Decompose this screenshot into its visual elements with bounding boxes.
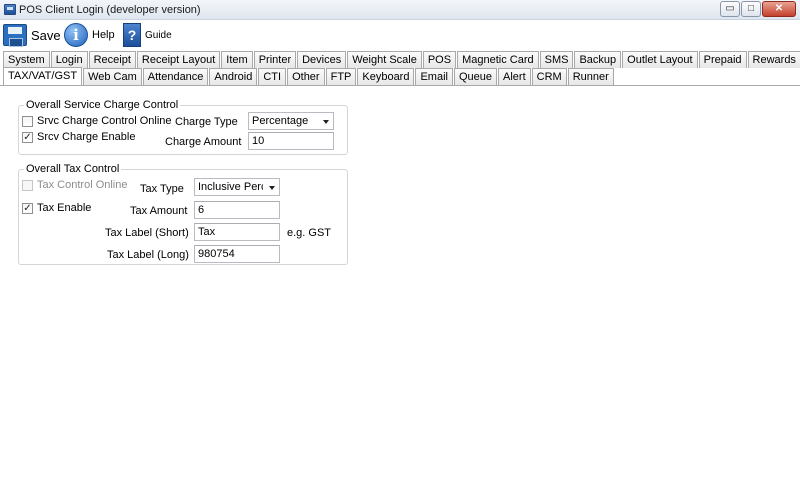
service-charge-group-title: Overall Service Charge Control — [24, 99, 181, 111]
tab-item[interactable]: Item — [221, 51, 253, 68]
tab-system[interactable]: System — [3, 51, 50, 68]
tax-enable-label: Tax Enable — [37, 202, 92, 214]
close-button[interactable]: ✕ — [762, 1, 796, 17]
question-mark-icon: ? — [123, 23, 141, 47]
tax-enable-box[interactable]: ✓ — [22, 202, 33, 214]
tab-login[interactable]: Login — [50, 51, 88, 68]
tab-alert[interactable]: Alert — [498, 68, 531, 85]
tab-attendance[interactable]: Attendance — [142, 68, 209, 85]
tab-weight-scale[interactable]: Weight Scale — [347, 51, 422, 68]
charge-type-label: Charge Type — [175, 116, 238, 128]
tab-backup[interactable]: Backup — [574, 51, 622, 68]
help-label: Help — [92, 29, 115, 41]
tab-tax-vat-gst[interactable]: TAX/VAT/GST — [3, 67, 83, 85]
tax-settings-panel: Overall Service Charge Control Srvc Char… — [0, 86, 800, 500]
charge-type-value: Percentage — [252, 115, 309, 127]
toolbar: Save i Help ? Guide — [0, 21, 800, 49]
tab-keyboard[interactable]: Keyboard — [357, 68, 415, 85]
app-icon — [4, 4, 16, 15]
tab-row-2: TAX/VAT/GST Web Cam Attendance Android CTI Ot… — [3, 67, 615, 85]
tax-label-short-hint: e.g. GST — [287, 227, 332, 239]
tax-control-online-label: Tax Control Online — [37, 179, 128, 191]
tab-prepaid[interactable]: Prepaid — [698, 51, 747, 68]
tax-control-online-box — [22, 179, 33, 191]
tab-runner[interactable]: Runner — [567, 68, 614, 85]
tab-rewards[interactable]: Rewards — [747, 51, 800, 68]
srvc-charge-online-checkbox[interactable]: Srvc Charge Control Online — [22, 115, 172, 127]
tab-android[interactable]: Android — [209, 68, 258, 85]
guide-button[interactable]: ? Guide — [123, 21, 172, 49]
chevron-down-icon — [323, 120, 329, 124]
tax-control-group-title: Overall Tax Control — [24, 163, 122, 175]
chevron-down-icon — [269, 186, 275, 190]
tab-devices[interactable]: Devices — [297, 51, 347, 68]
tax-amount-input[interactable]: 6 — [194, 201, 280, 219]
tab-printer[interactable]: Printer — [253, 51, 297, 68]
title-bar: POS Client Login (developer version) ▭ □… — [0, 0, 800, 20]
tax-control-group: Overall Tax Control Tax Control Online ✓… — [18, 163, 348, 265]
tab-receipt-layout[interactable]: Receipt Layout — [136, 51, 221, 68]
srvc-charge-online-box[interactable] — [22, 115, 33, 127]
maximize-button[interactable]: □ — [741, 1, 761, 17]
tab-email[interactable]: Email — [415, 68, 453, 85]
tab-crm[interactable]: CRM — [531, 68, 567, 85]
save-button[interactable]: Save — [3, 21, 61, 49]
save-disk-icon — [3, 24, 27, 47]
tax-enable-checkbox[interactable]: ✓ Tax Enable — [22, 202, 91, 214]
window-controls: ▭ □ ✕ — [719, 1, 796, 17]
tax-control-online-checkbox: Tax Control Online — [22, 179, 128, 191]
srvc-charge-enable-box[interactable]: ✓ — [22, 131, 33, 143]
tax-label-short-input[interactable]: Tax — [194, 223, 280, 241]
save-label: Save — [31, 27, 61, 43]
tab-pos[interactable]: POS — [422, 51, 457, 68]
tab-row-1: System Login Receipt Receipt Layout Item Prin… — [3, 51, 800, 68]
minimize-button[interactable]: ▭ — [720, 1, 740, 17]
tab-magnetic-card[interactable]: Magnetic Card — [457, 51, 539, 68]
info-icon: i — [64, 23, 88, 47]
window-title: POS Client Login (developer version) — [19, 4, 201, 16]
charge-amount-input[interactable]: 10 — [248, 132, 334, 150]
tab-queue[interactable]: Queue — [453, 68, 498, 85]
guide-label: Guide — [145, 29, 172, 41]
srvc-charge-online-label: Srvc Charge Control Online — [37, 115, 172, 127]
srvc-charge-enable-label: Srcv Charge Enable — [37, 131, 136, 143]
tab-web-cam[interactable]: Web Cam — [83, 68, 142, 85]
tax-label-long-input[interactable]: 980754 — [194, 245, 280, 263]
tax-label-long-label: Tax Label (Long) — [107, 249, 189, 261]
tab-receipt[interactable]: Receipt — [88, 51, 136, 68]
tax-amount-label: Tax Amount — [130, 205, 188, 217]
tax-type-select[interactable]: Inclusive Perce — [194, 178, 280, 196]
tax-label-short-label: Tax Label (Short) — [105, 227, 189, 239]
charge-amount-label: Charge Amount — [165, 136, 242, 148]
tab-other[interactable]: Other — [287, 68, 325, 85]
tax-type-value: Inclusive Perce — [198, 181, 263, 193]
srvc-charge-enable-checkbox[interactable]: ✓ Srcv Charge Enable — [22, 131, 135, 143]
charge-type-select[interactable]: Percentage — [248, 112, 334, 130]
tab-sms[interactable]: SMS — [539, 51, 574, 68]
tax-type-label: Tax Type — [140, 183, 184, 195]
tab-ftp[interactable]: FTP — [325, 68, 357, 85]
tab-outlet-layout[interactable]: Outlet Layout — [622, 51, 698, 68]
tab-cti[interactable]: CTI — [258, 68, 287, 85]
help-button[interactable]: i Help — [64, 21, 115, 49]
service-charge-group: Overall Service Charge Control Srvc Char… — [18, 99, 348, 155]
